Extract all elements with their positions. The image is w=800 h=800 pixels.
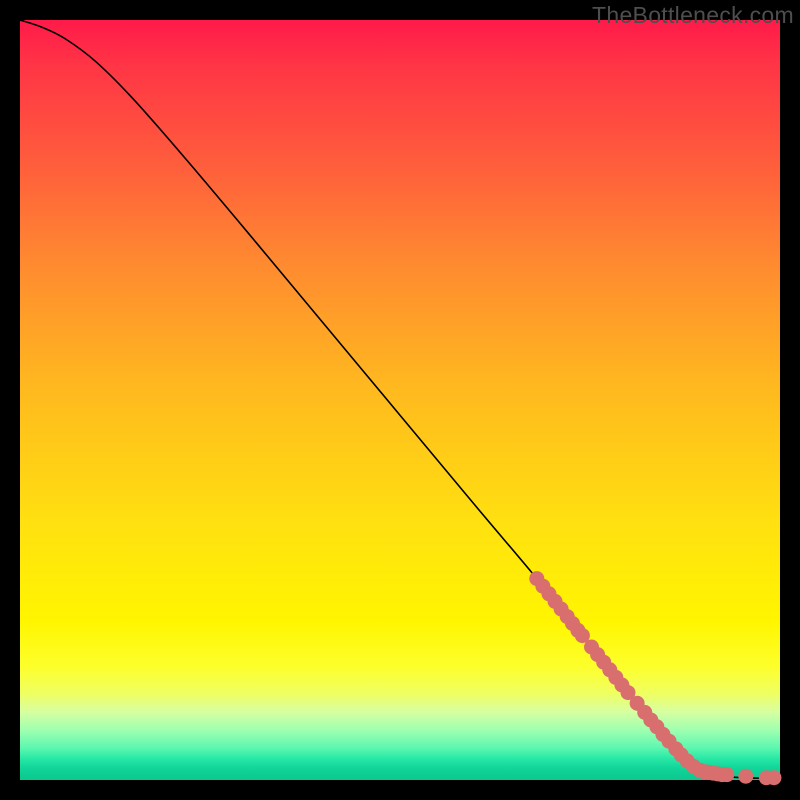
plot-area bbox=[20, 20, 780, 780]
curve-layer bbox=[20, 20, 780, 780]
chart-frame: TheBottleneck.com bbox=[0, 0, 800, 800]
scatter-point bbox=[766, 770, 781, 785]
scatter-group bbox=[529, 571, 781, 785]
scatter-point bbox=[738, 769, 753, 784]
curve-line bbox=[20, 20, 780, 778]
scatter-point bbox=[719, 767, 734, 782]
watermark-label: TheBottleneck.com bbox=[592, 2, 794, 29]
